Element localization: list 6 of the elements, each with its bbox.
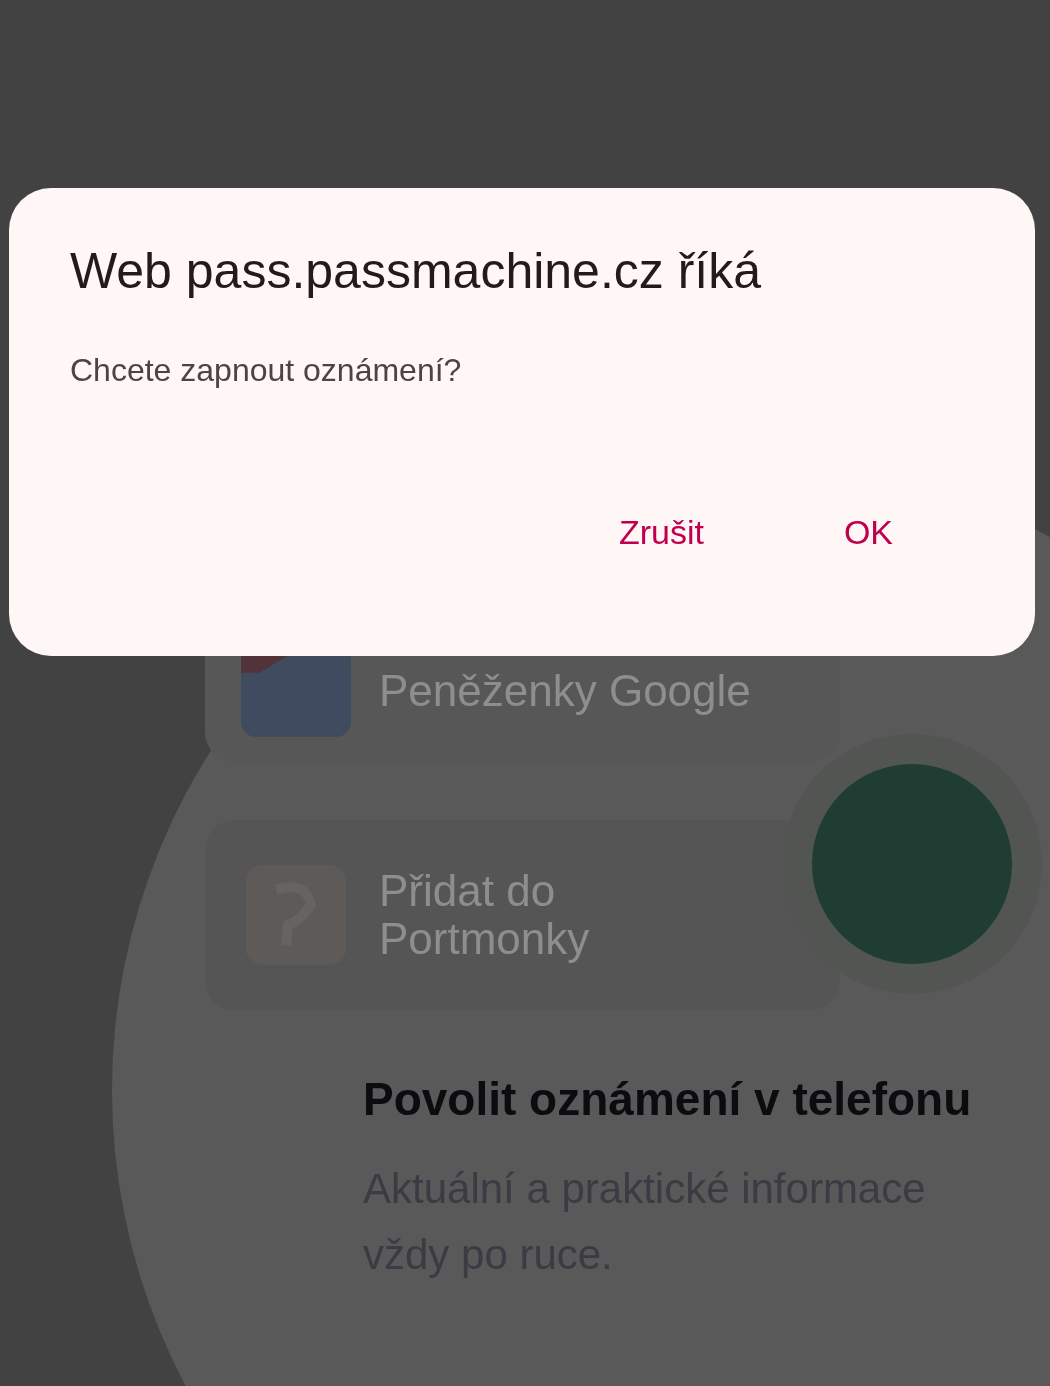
cancel-button[interactable]: Zrušit [598, 505, 724, 560]
heading: Povolit oznámení v telefonu [363, 1072, 973, 1126]
card-label: Přidat do Portmonky [379, 866, 591, 964]
dialog-message: Chcete zapnout oznámení? [70, 352, 463, 389]
ok-button[interactable]: OK [823, 505, 913, 560]
dialog-title: Web pass.passmachine.cz říká [70, 242, 763, 300]
